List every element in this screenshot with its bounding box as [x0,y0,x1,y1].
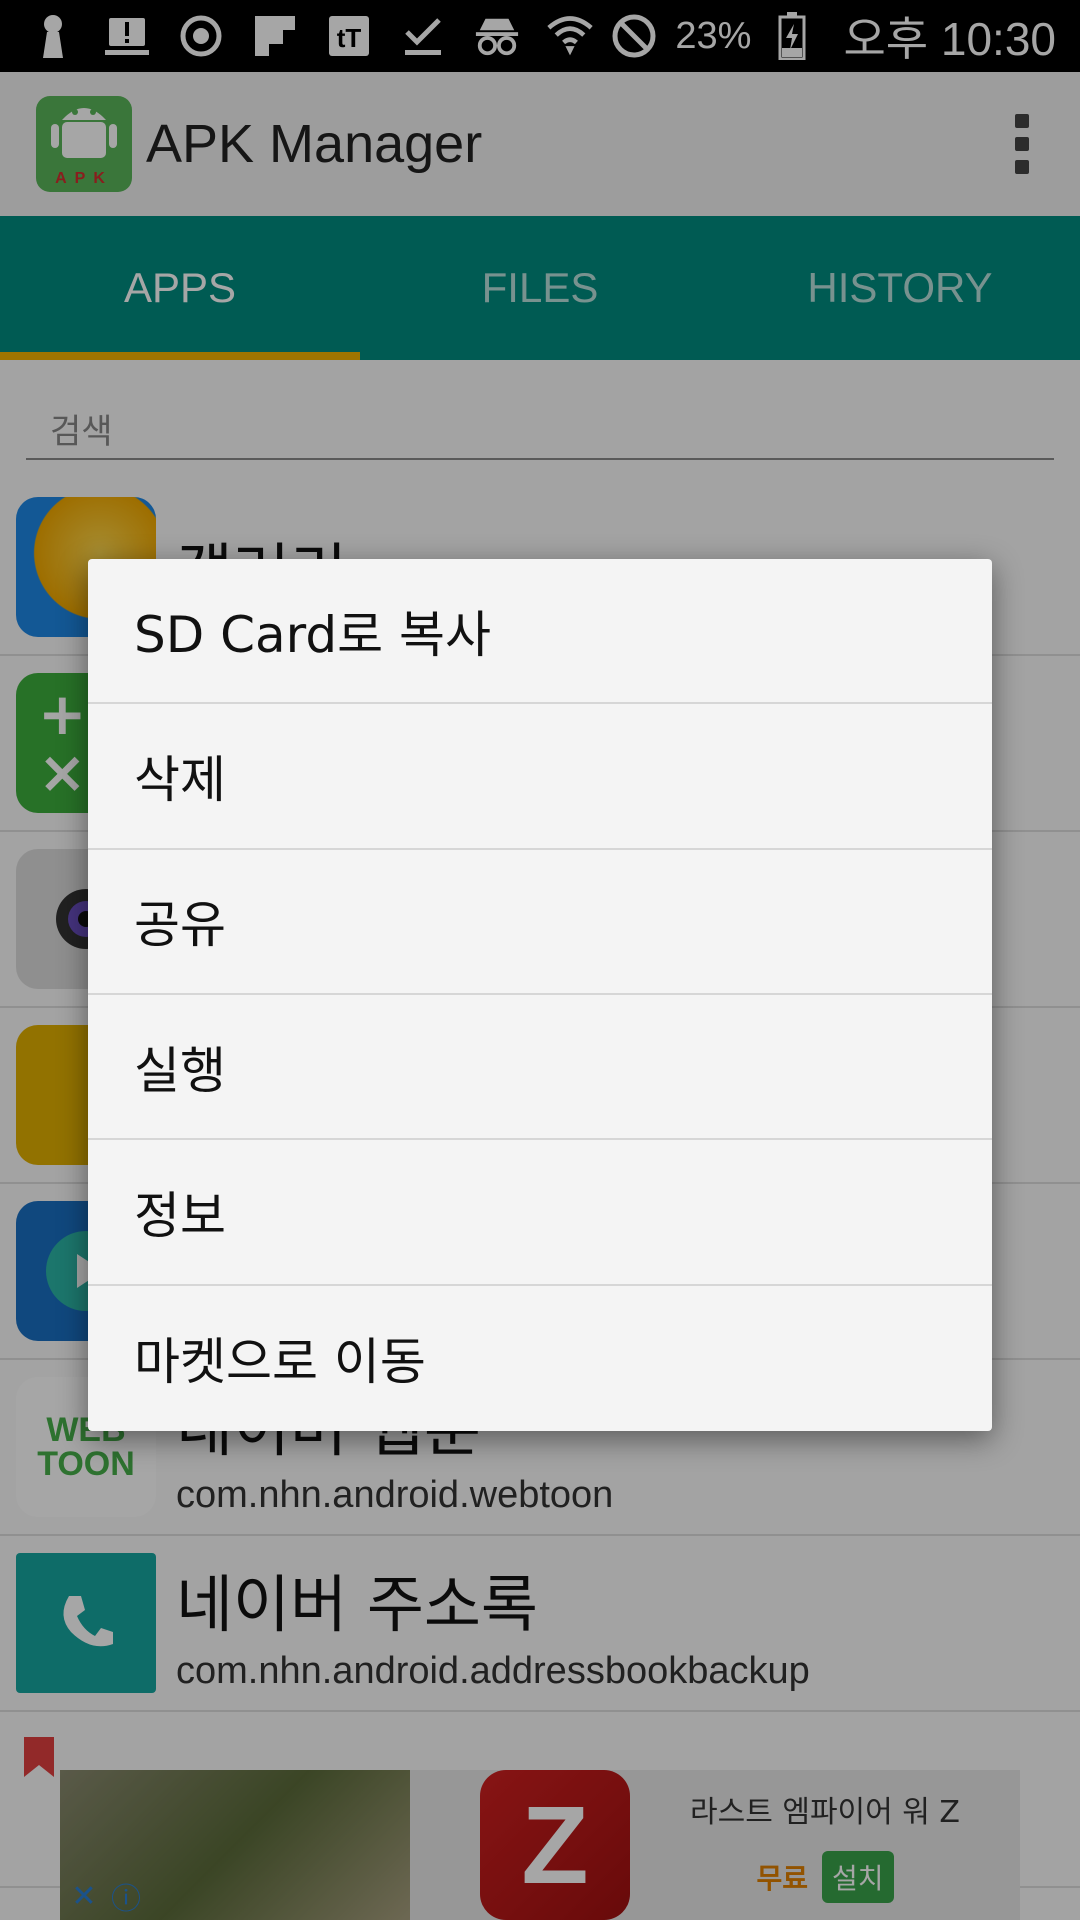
menu-item-go-to-market[interactable]: 마켓으로 이동 [88,1286,992,1431]
menu-item-copy-to-sd[interactable]: SD Card로 복사 [88,559,992,705]
menu-item-share[interactable]: 공유 [88,850,992,995]
menu-item-delete[interactable]: 삭제 [88,704,992,850]
context-menu-dialog: SD Card로 복사 삭제 공유 실행 정보 마켓으로 이동 [88,559,992,1431]
menu-item-launch[interactable]: 실행 [88,995,992,1141]
menu-item-info[interactable]: 정보 [88,1140,992,1286]
